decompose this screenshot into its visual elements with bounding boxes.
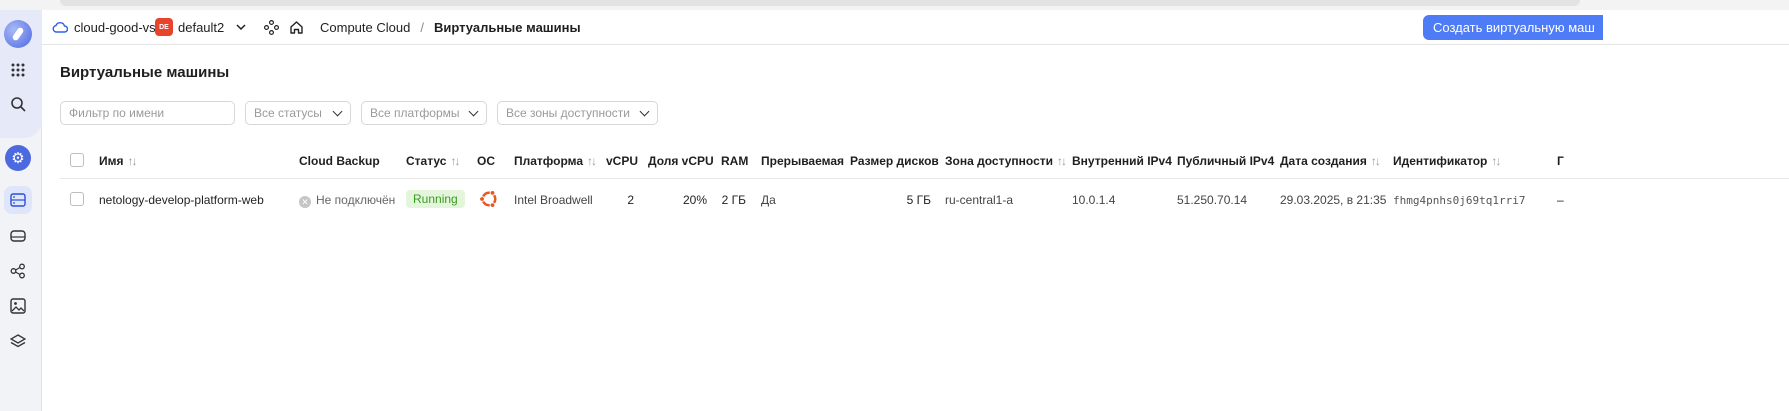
zone-value: ru-central1-a bbox=[945, 193, 1014, 207]
address-bar[interactable] bbox=[60, 0, 1580, 6]
apps-grid-icon[interactable] bbox=[4, 56, 32, 84]
virtual-machines-nav-icon[interactable] bbox=[4, 186, 32, 214]
images-icon[interactable] bbox=[4, 292, 32, 320]
disk-size-value: 5 ГБ bbox=[906, 193, 931, 207]
page-title: Виртуальные машины bbox=[60, 64, 230, 81]
rail-top-panel bbox=[0, 10, 42, 138]
sort-icon[interactable]: ↑↓ bbox=[1371, 154, 1381, 168]
column-header-created[interactable]: Дата создания ↑↓ bbox=[1280, 154, 1381, 168]
close-circle-icon: ✕ bbox=[299, 196, 311, 208]
platform-filter-select[interactable]: Все платформы bbox=[361, 101, 487, 125]
search-icon[interactable] bbox=[4, 90, 32, 118]
column-header-disk-size: Размер дисков bbox=[850, 154, 939, 168]
folder-name: default2 bbox=[178, 19, 225, 35]
sort-icon[interactable]: ↑↓ bbox=[450, 154, 460, 168]
left-rail: ⚙ bbox=[0, 10, 42, 411]
chevron-down-icon bbox=[468, 106, 479, 117]
chevron-down-icon bbox=[332, 106, 343, 117]
column-header-os: ОС bbox=[477, 154, 495, 168]
column-header-internal-ip: Внутренний IPv4 bbox=[1072, 154, 1172, 168]
platform-filter-value: Все платформы bbox=[370, 106, 460, 120]
column-header-vcpu-share: Доля vCPU bbox=[648, 154, 714, 168]
chevron-down-icon bbox=[639, 106, 650, 117]
column-header-preemptible: Прерываемая bbox=[761, 154, 845, 168]
folder-selector[interactable]: DE default2 bbox=[155, 10, 246, 44]
extra-value: – bbox=[1557, 193, 1564, 207]
browser-top-strip bbox=[0, 0, 1789, 10]
compute-service-icon[interactable]: ⚙ bbox=[4, 144, 32, 172]
created-value: 29.03.2025, в 21:35 bbox=[1280, 193, 1387, 207]
instance-groups-icon[interactable] bbox=[4, 257, 32, 285]
disks-icon[interactable] bbox=[4, 222, 32, 250]
column-header-extra: Г bbox=[1557, 154, 1564, 168]
column-header-vcpu: vCPU bbox=[606, 154, 639, 168]
cloud-logo-icon[interactable] bbox=[4, 20, 32, 48]
column-header-backup: Cloud Backup bbox=[299, 154, 380, 168]
vcpu-share-value: 20% bbox=[682, 193, 707, 207]
column-header-platform[interactable]: Платформа ↑↓ bbox=[514, 154, 597, 168]
name-filter-input[interactable]: Фильтр по имени bbox=[60, 101, 235, 125]
platform-value: Intel Broadwell bbox=[514, 193, 593, 207]
breadcrumb-separator: / bbox=[420, 19, 424, 35]
vcpu-value: 2 bbox=[627, 193, 634, 207]
public-ip-value: 51.250.70.14 bbox=[1177, 193, 1248, 207]
column-header-zone[interactable]: Зона доступности ↑↓ bbox=[945, 154, 1067, 168]
cloud-icon bbox=[52, 22, 68, 33]
status-filter-value: Все статусы bbox=[254, 106, 322, 120]
select-all-checkbox[interactable] bbox=[70, 153, 84, 167]
vm-name-link[interactable]: netology-develop-platform-web bbox=[99, 193, 264, 207]
chevron-down-icon[interactable] bbox=[236, 24, 246, 30]
column-header-id[interactable]: Идентификатор ↑↓ bbox=[1393, 154, 1501, 168]
breadcrumb-current: Виртуальные машины bbox=[433, 19, 581, 35]
zone-filter-value: Все зоны доступности bbox=[506, 106, 630, 120]
home-icon[interactable] bbox=[289, 10, 304, 44]
sort-icon[interactable]: ↑↓ bbox=[128, 154, 138, 168]
ubuntu-icon bbox=[478, 188, 500, 213]
folder-badge: DE bbox=[155, 18, 173, 36]
sort-icon[interactable]: ↑↓ bbox=[587, 154, 597, 168]
breadcrumb-service[interactable]: Compute Cloud bbox=[320, 20, 410, 35]
status-badge: Running bbox=[406, 190, 465, 208]
cloud-name: cloud-good-vs bbox=[74, 19, 156, 35]
row-checkbox[interactable] bbox=[70, 192, 84, 206]
vm-id-value[interactable]: fhmg4pnhs0j69tq1rri7 bbox=[1393, 194, 1525, 207]
column-header-public-ip: Публичный IPv4 bbox=[1177, 154, 1275, 168]
zone-filter-select[interactable]: Все зоны доступности bbox=[497, 101, 658, 125]
column-header-ram: RAM bbox=[721, 154, 749, 168]
status-filter-select[interactable]: Все статусы bbox=[245, 101, 351, 125]
column-header-status[interactable]: Статус ↑↓ bbox=[406, 154, 460, 168]
preemptible-value: Да bbox=[761, 193, 776, 207]
breadcrumb: Compute Cloud / Виртуальные машины bbox=[320, 10, 581, 44]
column-header-name[interactable]: Имя ↑↓ bbox=[99, 154, 138, 168]
sort-icon[interactable]: ↑↓ bbox=[1491, 154, 1501, 168]
layers-icon[interactable] bbox=[4, 327, 32, 355]
services-icon[interactable] bbox=[264, 10, 279, 44]
name-filter-placeholder: Фильтр по имени bbox=[69, 106, 165, 120]
sort-icon[interactable]: ↑↓ bbox=[1057, 154, 1067, 168]
top-header: cloud-good-vs DE default2 Compute Cloud … bbox=[42, 10, 1789, 45]
ram-value: 2 ГБ bbox=[721, 193, 746, 207]
backup-status: ✕ Не подключён bbox=[299, 193, 395, 208]
cloud-selector[interactable]: cloud-good-vs bbox=[52, 10, 156, 44]
internal-ip-value: 10.0.1.4 bbox=[1072, 193, 1116, 207]
create-vm-button[interactable]: Создать виртуальную маш bbox=[1423, 15, 1603, 40]
header-divider bbox=[60, 178, 1789, 179]
